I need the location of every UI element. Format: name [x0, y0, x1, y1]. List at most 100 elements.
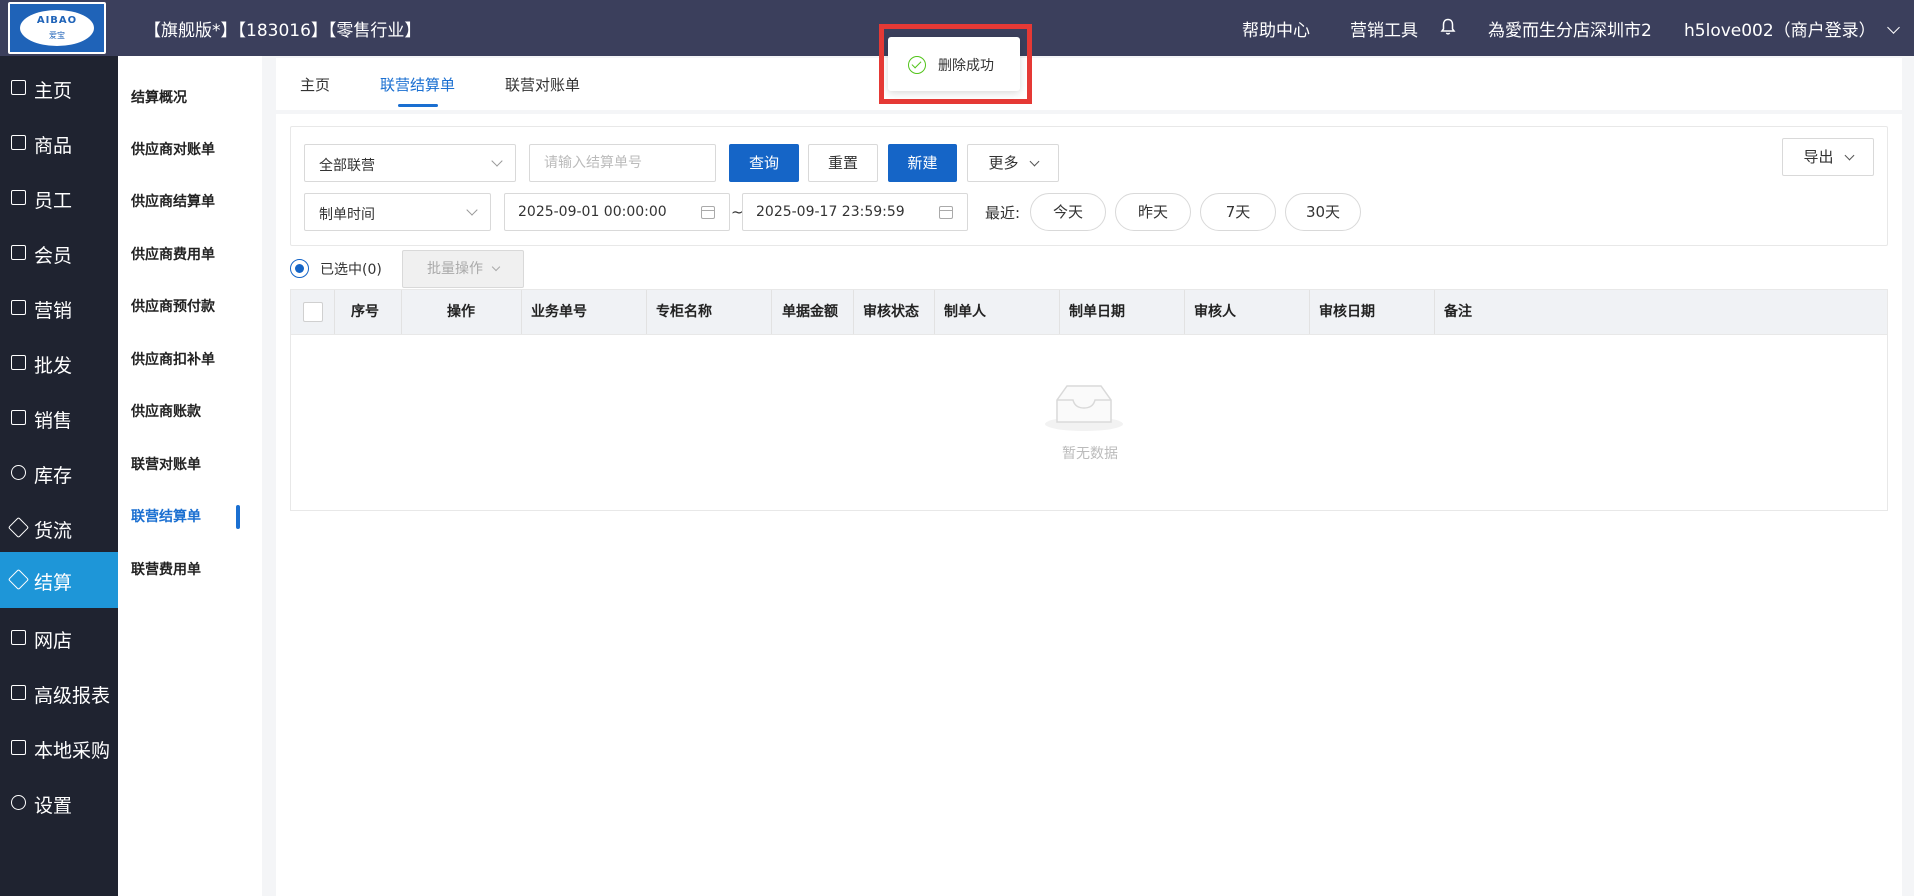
- cube-icon: [7, 516, 30, 539]
- time-type-value: 制单时间: [319, 207, 375, 223]
- column-header-audit-status[interactable]: 审核状态: [863, 290, 919, 334]
- main-sidebar: 主页 商品 员工 会员 营销 批发 销售 库存 货流 结算 网店 高级报表 本地…: [0, 56, 118, 896]
- quick-30days-button[interactable]: 30天: [1285, 193, 1361, 231]
- quick-yesterday-button[interactable]: 昨天: [1115, 193, 1191, 231]
- quick-today-button[interactable]: 今天: [1030, 193, 1106, 231]
- sidebar-label: 结算: [34, 572, 73, 594]
- column-header-business-no[interactable]: 业务单号: [531, 290, 587, 334]
- highlight-box: [879, 24, 1032, 104]
- sidebar-label: 营销: [34, 300, 73, 322]
- megaphone-icon: [11, 300, 26, 315]
- subnav-item-supplier-settlement[interactable]: 供应商结算单: [131, 191, 215, 211]
- joint-select[interactable]: 全部联营: [304, 144, 516, 182]
- sidebar-item-settings[interactable]: 设置: [0, 776, 118, 830]
- help-center-link[interactable]: 帮助中心: [1242, 16, 1310, 41]
- chevron-down-icon: [1887, 21, 1900, 34]
- aibao-logo[interactable]: AIBAO 爱宝: [8, 2, 106, 54]
- subnav-item-supplier-statement[interactable]: 供应商对账单: [131, 139, 215, 159]
- batch-label: 批量操作: [427, 261, 483, 277]
- column-divider: [334, 290, 335, 334]
- query-button[interactable]: 查询: [729, 144, 799, 182]
- sidebar-item-advanced-reports[interactable]: 高级报表: [0, 666, 118, 720]
- column-divider: [1059, 290, 1060, 334]
- export-button[interactable]: 导出: [1782, 138, 1874, 176]
- table-body: 暂无数据: [290, 335, 1888, 511]
- sidebar-item-webstore[interactable]: 网店: [0, 611, 118, 665]
- column-divider: [1309, 290, 1310, 334]
- user-menu[interactable]: h5love002（商户登录）: [1684, 16, 1900, 41]
- line-chart-icon: [11, 685, 26, 700]
- subnav-item-supplier-expense[interactable]: 供应商费用单: [131, 244, 215, 264]
- column-divider: [934, 290, 935, 334]
- sidebar-item-wholesale[interactable]: 批发: [0, 336, 118, 390]
- tab-joint-settlement[interactable]: 联营结算单: [380, 74, 455, 95]
- sidebar-item-home[interactable]: 主页: [0, 61, 118, 115]
- sidebar-label: 销售: [34, 410, 73, 432]
- settlement-no-input[interactable]: [529, 144, 716, 182]
- logo-text: AIBAO: [36, 15, 78, 26]
- column-divider: [1184, 290, 1185, 334]
- select-all-checkbox[interactable]: [303, 302, 323, 322]
- sidebar-label: 库存: [34, 465, 73, 487]
- column-header-auditor[interactable]: 审核人: [1194, 290, 1236, 334]
- sidebar-item-sales[interactable]: 销售: [0, 391, 118, 445]
- subnav-active-indicator: [236, 505, 240, 529]
- gear-icon: [11, 795, 26, 810]
- column-header-remark: 备注: [1444, 304, 1472, 320]
- more-label: 更多: [988, 154, 1019, 172]
- user-name: h5love002（商户登录）: [1684, 21, 1876, 41]
- sidebar-item-inventory[interactable]: 库存: [0, 446, 118, 500]
- sidebar-item-goods[interactable]: 商品: [0, 116, 118, 170]
- bell-icon[interactable]: [1440, 18, 1456, 36]
- empty-box-icon: [1045, 385, 1123, 431]
- batch-operation-button[interactable]: 批量操作: [402, 250, 524, 288]
- subnav-item-supplier-accounts[interactable]: 供应商账款: [131, 401, 201, 421]
- column-header-creator[interactable]: 制单人: [944, 290, 986, 334]
- sidebar-item-settlement[interactable]: 结算: [0, 552, 118, 608]
- subnav-item-joint-expense[interactable]: 联营费用单: [131, 559, 201, 579]
- selected-count: 已选中(0): [320, 262, 382, 278]
- column-divider: [521, 290, 522, 334]
- selected-radio[interactable]: [290, 259, 309, 278]
- subnav-item-overview[interactable]: 结算概况: [131, 87, 187, 107]
- sidebar-item-marketing[interactable]: 营销: [0, 281, 118, 335]
- quick-7days-button[interactable]: 7天: [1200, 193, 1276, 231]
- time-type-select[interactable]: 制单时间: [304, 193, 491, 231]
- subnav-item-supplier-deduction[interactable]: 供应商扣补单: [131, 349, 215, 369]
- tab-bar: 主页 联营结算单 联营对账单: [276, 58, 1902, 110]
- sidebar-item-local-purchase[interactable]: 本地采购: [0, 721, 118, 775]
- calendar-icon: [939, 206, 953, 219]
- subnav-item-joint-statement[interactable]: 联营对账单: [131, 454, 201, 474]
- column-divider: [401, 290, 402, 334]
- subnav-item-joint-settlement[interactable]: 联营结算单: [131, 506, 201, 526]
- sidebar-label: 本地采购: [34, 740, 111, 762]
- joint-select-value: 全部联营: [319, 158, 375, 174]
- new-button[interactable]: 新建: [888, 144, 957, 182]
- sidebar-label: 会员: [34, 245, 73, 267]
- sidebar-item-staff[interactable]: 员工: [0, 171, 118, 225]
- more-button[interactable]: 更多: [967, 144, 1059, 182]
- member-icon: [11, 245, 26, 260]
- marketing-tools-link[interactable]: 营销工具: [1350, 16, 1418, 41]
- app-title: 【旗舰版*】【183016】【零售行业】: [144, 21, 422, 41]
- sidebar-item-member[interactable]: 会员: [0, 226, 118, 280]
- store-name[interactable]: 為愛而生分店深圳市2: [1488, 16, 1652, 41]
- pie-chart-icon: [11, 465, 26, 480]
- column-header-amount[interactable]: 单据金额: [782, 290, 838, 334]
- start-date-picker[interactable]: 2025-09-01 00:00:00: [504, 193, 730, 231]
- end-date-picker[interactable]: 2025-09-17 23:59:59: [742, 193, 968, 231]
- column-header-action: 操作: [447, 304, 475, 320]
- chevron-down-icon: [491, 262, 501, 272]
- reset-button[interactable]: 重置: [808, 144, 878, 182]
- column-header-counter-name[interactable]: 专柜名称: [656, 290, 712, 334]
- sidebar-label: 高级报表: [34, 685, 111, 707]
- sidebar-item-logistics[interactable]: 货流: [0, 501, 118, 555]
- sub-sidebar: 结算概况 供应商对账单 供应商结算单 供应商费用单 供应商预付款 供应商扣补单 …: [118, 56, 262, 896]
- logo-sub: 爱宝: [49, 31, 65, 40]
- column-divider: [646, 290, 647, 334]
- subnav-item-supplier-prepayment[interactable]: 供应商预付款: [131, 296, 215, 316]
- column-header-audit-date[interactable]: 审核日期: [1319, 290, 1375, 334]
- column-header-created-date[interactable]: 制单日期: [1069, 290, 1125, 334]
- tab-home[interactable]: 主页: [300, 74, 330, 95]
- tab-joint-statement[interactable]: 联营对账单: [505, 74, 580, 95]
